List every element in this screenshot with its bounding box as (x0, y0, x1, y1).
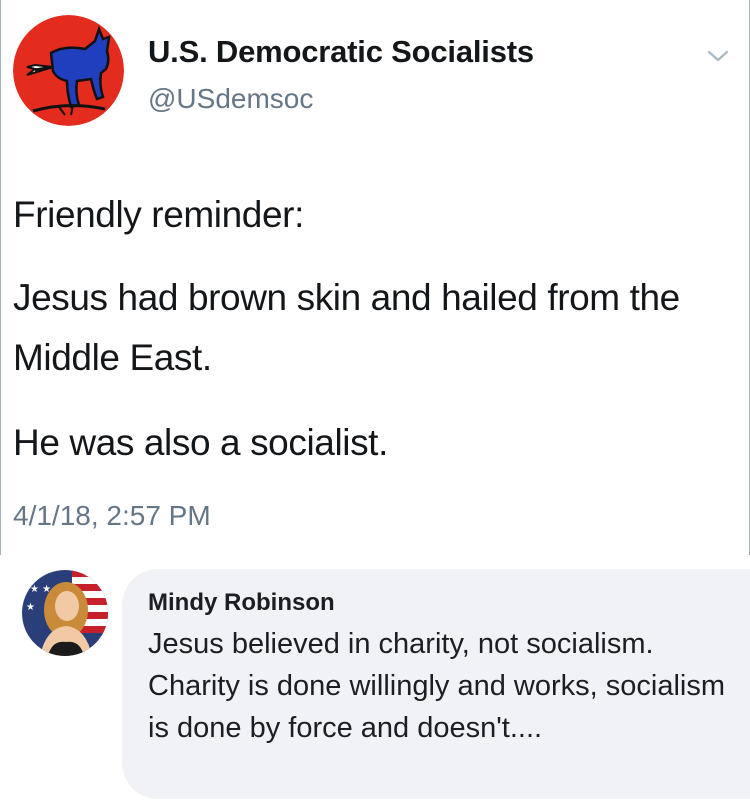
tweet-author-handle[interactable]: @USdemsoc (148, 83, 313, 115)
tweet-text-line: Jesus had brown skin and hailed from the… (13, 277, 680, 378)
tweet-author-name[interactable]: U.S. Democratic Socialists (148, 34, 534, 70)
comment-section: ★ ★ ★ Mindy Robinson Jesus believed in c… (0, 555, 750, 803)
tweet-text-line: Friendly reminder: (13, 194, 304, 235)
svg-text:★: ★ (26, 602, 35, 613)
tweet-timestamp[interactable]: 4/1/18, 2:57 PM (13, 500, 211, 532)
tweet-text-line: He was also a socialist. (13, 422, 388, 463)
profile-photo-icon: ★ ★ ★ (22, 570, 108, 656)
tweet-author-avatar[interactable] (13, 15, 124, 126)
tweet-card: U.S. Democratic Socialists @USdemsoc Fri… (0, 0, 750, 555)
comment-text: Jesus believed in charity, not socialism… (148, 628, 725, 744)
svg-text:★ ★: ★ ★ (30, 584, 51, 595)
comment-bubble: Mindy Robinson Jesus believed in charity… (122, 569, 750, 799)
chevron-down-icon[interactable] (704, 46, 732, 66)
donkey-logo-icon (13, 15, 124, 126)
commenter-avatar[interactable]: ★ ★ ★ (22, 570, 108, 656)
commenter-name[interactable]: Mindy Robinson (148, 589, 335, 617)
